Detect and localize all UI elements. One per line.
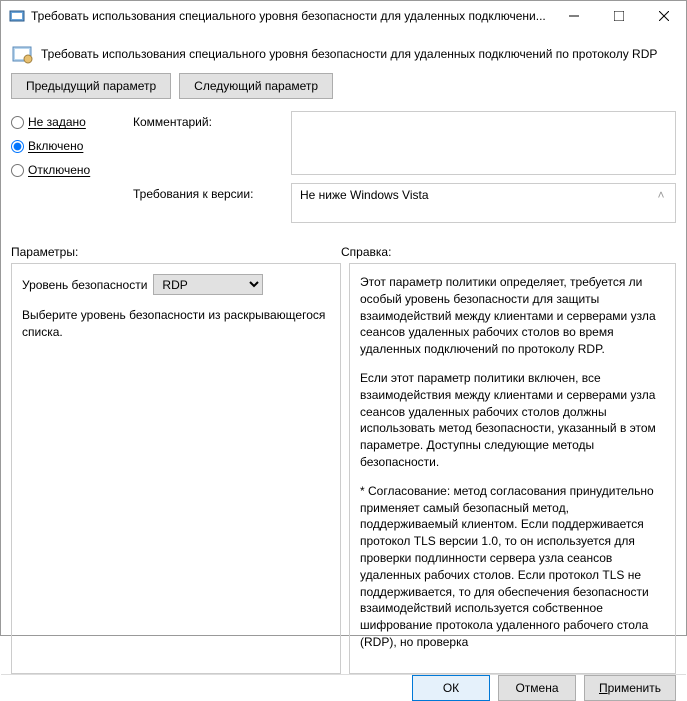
comment-label: Комментарий: xyxy=(133,111,283,175)
policy-title: Требовать использования специального уро… xyxy=(41,47,657,61)
requirements-label: Требования к версии: xyxy=(133,183,283,223)
apply-button[interactable]: Применить xyxy=(584,675,676,701)
window-controls xyxy=(551,1,686,31)
previous-setting-button[interactable]: Предыдущий параметр xyxy=(11,73,171,99)
options-panel: Уровень безопасности RDP Выберите уровен… xyxy=(11,263,341,674)
radio-not-configured[interactable] xyxy=(11,116,24,129)
app-icon xyxy=(9,8,25,24)
help-paragraph: Если этот параметр политики включен, все… xyxy=(360,370,667,471)
comment-textarea[interactable] xyxy=(291,111,676,175)
radio-enabled[interactable] xyxy=(11,140,24,153)
help-text[interactable]: Этот параметр политики определяет, требу… xyxy=(360,274,673,663)
ok-button[interactable]: ОК xyxy=(412,675,490,701)
state-radios: Не задано Включено Отключено xyxy=(11,111,121,231)
requirements-text: Не ниже Windows Vista ˄ xyxy=(291,183,676,223)
radio-disabled[interactable] xyxy=(11,164,24,177)
help-label: Справка: xyxy=(341,245,391,259)
help-paragraph: Этот параметр политики определяет, требу… xyxy=(360,274,667,358)
radio-not-configured-label[interactable]: Не задано xyxy=(28,115,86,129)
next-setting-button[interactable]: Следующий параметр xyxy=(179,73,333,99)
close-button[interactable] xyxy=(641,1,686,31)
policy-icon xyxy=(11,43,33,65)
help-panel: Этот параметр политики определяет, требу… xyxy=(349,263,676,674)
window-title: Требовать использования специального уро… xyxy=(31,9,551,23)
policy-header: Требовать использования специального уро… xyxy=(11,39,676,73)
options-hint: Выберите уровень безопасности из раскрыв… xyxy=(22,307,330,341)
options-label: Параметры: xyxy=(11,245,341,259)
security-level-select[interactable]: RDP xyxy=(153,274,263,295)
maximize-button[interactable] xyxy=(596,1,641,31)
radio-enabled-label[interactable]: Включено xyxy=(28,139,83,153)
cancel-button[interactable]: Отмена xyxy=(498,675,576,701)
titlebar: Требовать использования специального уро… xyxy=(1,1,686,31)
help-paragraph: * Согласование: метод согласования прину… xyxy=(360,483,667,651)
requirements-value: Не ниже Windows Vista xyxy=(300,188,429,218)
radio-disabled-label[interactable]: Отключено xyxy=(28,163,90,177)
scroll-up-icon: ˄ xyxy=(655,188,667,218)
security-level-label: Уровень безопасности xyxy=(22,278,147,292)
minimize-button[interactable] xyxy=(551,1,596,31)
dialog-footer: ОК Отмена Применить xyxy=(1,674,686,701)
